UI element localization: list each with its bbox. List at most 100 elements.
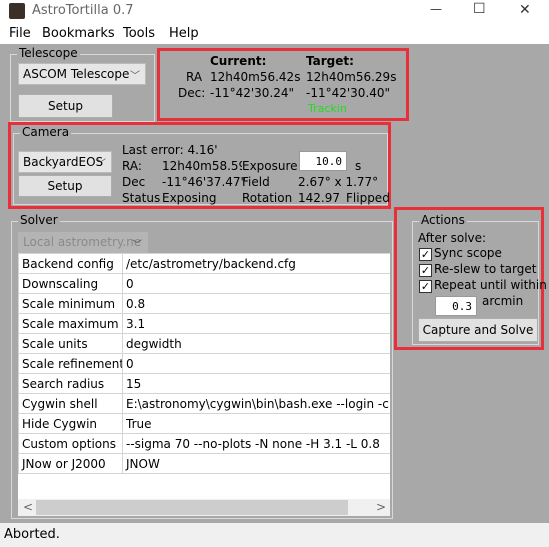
table-row[interactable]: JNow or J2000 JNOW xyxy=(18,453,390,474)
flipped-label: Flipped xyxy=(346,191,390,205)
tolerance-unit: arcmin xyxy=(482,294,524,308)
telescope-group-label: Telescope xyxy=(17,46,80,60)
repeat-label[interactable]: Repeat until within xyxy=(434,278,547,292)
camera-status-label: Status xyxy=(122,191,161,205)
actions-group-label: Actions xyxy=(419,213,467,227)
target-header: Target: xyxy=(306,54,354,68)
menu-help[interactable]: Help xyxy=(169,26,199,41)
exposure-label: Exposure xyxy=(242,159,298,173)
status-text: Aborted. xyxy=(4,527,60,542)
setting-name: JNow or J2000 xyxy=(18,453,123,474)
setting-value[interactable]: 3.1 xyxy=(122,313,390,334)
table-row[interactable]: Backend config/etc/astrometry/backend.cf… xyxy=(18,253,390,274)
setting-value[interactable]: 15 xyxy=(122,373,390,394)
title-bar: AstroTortilla 0.7 — ☐ ✕ xyxy=(0,0,549,22)
table-row[interactable]: Custom options --sigma 70 --no-plots -N n… xyxy=(18,433,390,454)
setting-name: Scale maximum xyxy=(18,313,123,334)
table-row[interactable]: Downscaling 0 xyxy=(18,273,390,294)
setting-value[interactable]: E:\astronomy\cygwin\bin\bash.exe --login… xyxy=(122,393,390,414)
telescope-driver-value: ASCOM Telescope xyxy=(23,67,130,81)
setting-value[interactable]: 0 xyxy=(122,353,390,374)
camera-driver-select[interactable]: BackyardEOS ﹀ xyxy=(18,151,112,173)
repeat-checkbox[interactable]: ✓ xyxy=(419,280,432,293)
dec-label: Dec: xyxy=(178,86,206,100)
setting-name: Search radius xyxy=(18,373,123,394)
camera-driver-value: BackyardEOS xyxy=(23,155,104,169)
camera-ra: 12h40m58.59s xyxy=(162,159,242,173)
table-row[interactable]: Scale refinement 0 xyxy=(18,353,390,374)
current-dec: -11°42'30.24" xyxy=(210,86,295,100)
table-row[interactable]: Search radius 15 xyxy=(18,373,390,394)
setting-name: Scale units xyxy=(18,333,123,354)
camera-setup-button[interactable]: Setup xyxy=(18,175,112,197)
camera-ra-label: RA: xyxy=(122,159,142,173)
rotation-value: 142.97 xyxy=(298,191,340,205)
solver-settings-grid: Backend config/etc/astrometry/backend.cf… xyxy=(18,253,390,516)
setting-value[interactable]: --sigma 70 --no-plots -N none -H 3.1 -L … xyxy=(122,433,390,454)
horizontal-scrollbar[interactable]: < > xyxy=(18,499,390,516)
scroll-right-icon[interactable]: > xyxy=(376,500,386,514)
setting-name: Downscaling xyxy=(18,273,123,294)
setting-value[interactable]: 0 xyxy=(122,273,390,294)
table-row[interactable]: Cygwin shell E:\astronomy\cygwin\bin\bash… xyxy=(18,393,390,414)
camera-dec-label: Dec xyxy=(122,175,146,189)
setting-name: Scale refinement xyxy=(18,353,123,374)
field-label: Field xyxy=(242,175,270,189)
telescope-position-highlight xyxy=(157,48,409,121)
menu-tools[interactable]: Tools xyxy=(123,26,155,41)
setting-name: Cygwin shell xyxy=(18,393,123,414)
table-row[interactable]: Scale units degwidth xyxy=(18,333,390,354)
close-button[interactable]: ✕ xyxy=(519,2,531,18)
scroll-left-icon[interactable]: < xyxy=(23,500,33,514)
setting-value[interactable]: JNOW xyxy=(122,453,390,474)
status-bar: Aborted. xyxy=(0,523,549,547)
camera-status: Exposing xyxy=(162,191,217,205)
setting-value[interactable]: degwidth xyxy=(122,333,390,354)
solver-engine-value: Local astrometry.ne xyxy=(23,235,142,249)
last-error: Last error: 4.16' xyxy=(122,143,218,157)
chevron-down-icon: ﹀ xyxy=(132,240,142,251)
tracking-status: Trackin xyxy=(308,102,347,115)
setting-value[interactable]: True xyxy=(122,413,390,434)
app-icon xyxy=(9,3,25,19)
after-solve-label: After solve: xyxy=(418,231,487,245)
scrollbar-thumb[interactable] xyxy=(36,500,348,515)
telescope-setup-button[interactable]: Setup xyxy=(18,94,113,118)
menu-bookmarks[interactable]: Bookmarks xyxy=(42,26,115,41)
setting-name: Custom options xyxy=(18,433,123,454)
reslew-label[interactable]: Re-slew to target xyxy=(434,262,536,276)
setting-value[interactable]: 0.8 xyxy=(122,293,390,314)
current-header: Current: xyxy=(210,54,267,68)
solver-engine-select: Local astrometry.ne ﹀ xyxy=(18,232,148,253)
rotation-label: Rotation xyxy=(242,191,293,205)
setting-name: Scale minimum xyxy=(18,293,123,314)
camera-dec: -11°46'37.47" xyxy=(162,175,247,189)
maximize-button[interactable]: ☐ xyxy=(473,1,486,17)
setting-value[interactable]: /etc/astrometry/backend.cfg xyxy=(122,253,390,274)
chevron-down-icon: ﹀ xyxy=(130,71,140,82)
minimize-button[interactable]: — xyxy=(430,2,442,16)
exposure-unit: s xyxy=(355,159,362,173)
target-dec: -11°42'30.40" xyxy=(306,86,391,100)
sync-scope-label[interactable]: Sync scope xyxy=(434,246,502,260)
setting-name: Hide Cygwin xyxy=(18,413,123,434)
menu-bar: File Bookmarks Tools Help xyxy=(0,22,549,44)
sync-scope-checkbox[interactable]: ✓ xyxy=(419,248,432,261)
ra-label: RA xyxy=(186,70,203,84)
exposure-input[interactable] xyxy=(299,151,347,171)
camera-group-label: Camera xyxy=(20,125,72,139)
table-row[interactable]: Scale maximum 3.1 xyxy=(18,313,390,334)
solver-group-label: Solver xyxy=(18,213,60,227)
target-ra: 12h40m56.29s xyxy=(306,70,397,84)
tolerance-input[interactable] xyxy=(435,296,477,316)
capture-and-solve-button[interactable]: Capture and Solve xyxy=(418,318,538,342)
telescope-driver-select[interactable]: ASCOM Telescope ﹀ xyxy=(18,63,146,85)
chevron-down-icon: ﹀ xyxy=(96,159,106,170)
table-row[interactable]: Hide Cygwin True xyxy=(18,413,390,434)
table-row[interactable]: Scale minimum 0.8 xyxy=(18,293,390,314)
menu-file[interactable]: File xyxy=(9,26,31,41)
setting-name: Backend config xyxy=(18,253,123,274)
reslew-checkbox[interactable]: ✓ xyxy=(419,264,432,277)
window-title: AstroTortilla 0.7 xyxy=(32,3,134,18)
current-ra: 12h40m56.42s xyxy=(210,70,301,84)
